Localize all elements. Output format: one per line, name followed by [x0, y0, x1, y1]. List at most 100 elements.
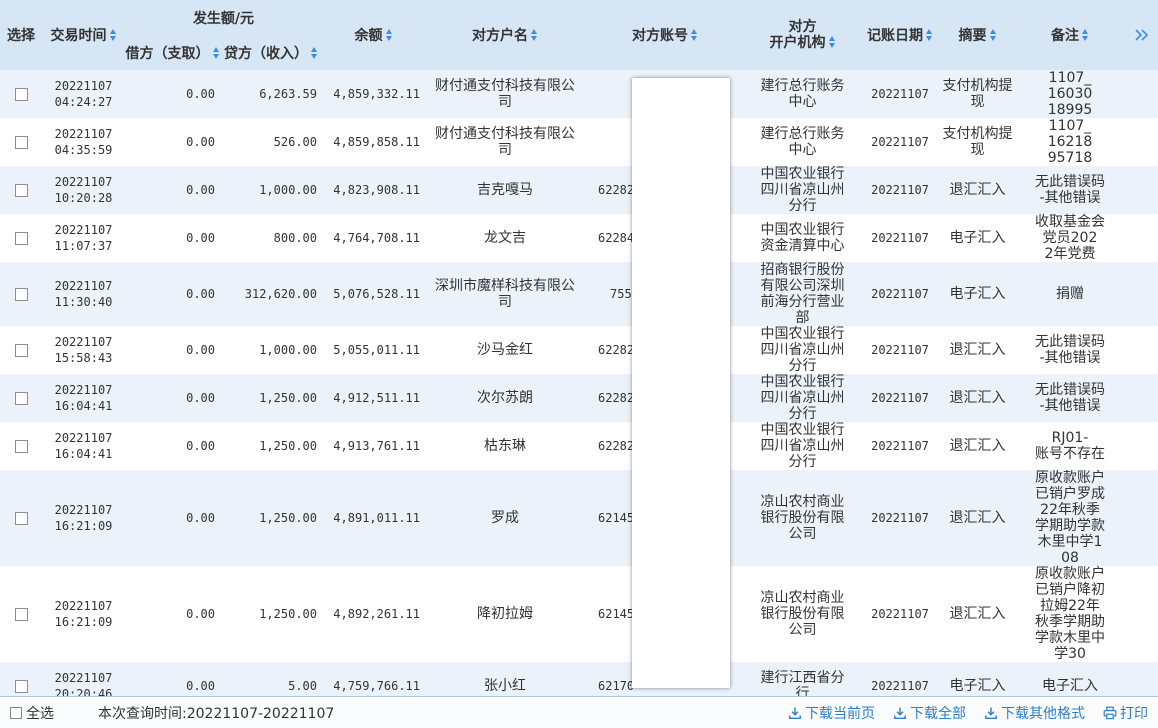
row-checkbox[interactable] — [14, 679, 28, 693]
download-other-format-link[interactable]: 下载其他格式 — [984, 703, 1085, 723]
row-select-cell[interactable] — [0, 422, 42, 470]
download-all-link[interactable]: 下载全部 — [893, 703, 966, 723]
summary-cell: 支付机构提现 — [940, 118, 1015, 166]
remark: 无此错误码 -其他错误 — [1035, 174, 1105, 206]
header-counterparty-bank[interactable]: 对方 开户机构 — [745, 0, 860, 70]
counterparty-bank-cell: 建行总行账务 中心 — [745, 70, 860, 118]
row-checkbox[interactable] — [14, 183, 28, 197]
balance-amount: 4,859,858.11 — [333, 135, 420, 149]
row-checkbox[interactable] — [14, 231, 28, 245]
table-row[interactable]: 20221107 16:21:09 0.00 1,250.00 4,892,261.11… — [0, 566, 1158, 662]
posting-date-cell: 20221107 — [860, 118, 940, 166]
row-checkbox[interactable] — [14, 287, 28, 301]
row-checkbox[interactable] — [14, 607, 28, 621]
row-select-cell[interactable] — [0, 214, 42, 262]
row-select-cell[interactable] — [0, 70, 42, 118]
header-debit-label: 借方（支取） — [125, 45, 210, 62]
table-row[interactable]: 20221107 16:04:41 0.00 1,250.00 4,913,761.11… — [0, 422, 1158, 470]
row-checkbox[interactable] — [14, 135, 28, 149]
row-checkbox[interactable] — [14, 511, 28, 525]
row-checkbox[interactable] — [14, 87, 28, 101]
credit-amount: 1,000.00 — [259, 183, 317, 197]
header-debit[interactable]: 借方（支取） — [125, 35, 220, 70]
table-row[interactable]: 20221107 04:24:27 0.00 6,263.59 4,859,332.11… — [0, 70, 1158, 118]
row-select-cell[interactable] — [0, 326, 42, 374]
row-select-cell[interactable] — [0, 166, 42, 214]
header-summary[interactable]: 摘要 — [940, 0, 1015, 70]
sort-arrows-icon[interactable] — [531, 29, 538, 41]
table-row[interactable]: 20221107 10:20:28 0.00 1,000.00 4,823,908.11… — [0, 166, 1158, 214]
text-line: 秋季学期助 — [1035, 614, 1105, 630]
row-spacer-cell — [1125, 662, 1158, 696]
remark: 电子汇入 — [1042, 678, 1098, 694]
credit-amount: 312,620.00 — [244, 287, 317, 301]
posting-date: 20221107 — [871, 231, 929, 245]
header-more-columns[interactable] — [1125, 0, 1158, 70]
header-credit[interactable]: 贷方（收入） — [220, 35, 322, 70]
header-remark[interactable]: 备注 — [1015, 0, 1125, 70]
text-line: 分行 — [788, 454, 817, 470]
row-checkbox[interactable] — [14, 343, 28, 357]
sort-arrows-icon[interactable] — [1082, 29, 1089, 41]
row-spacer-cell — [1125, 422, 1158, 470]
header-balance[interactable]: 余额 — [322, 0, 425, 70]
row-checkbox[interactable] — [14, 391, 28, 405]
debit-amount: 0.00 — [186, 183, 215, 197]
select-all-checkbox[interactable] — [10, 706, 22, 719]
row-select-cell[interactable] — [0, 470, 42, 566]
header-counterparty-bank-line1: 对方 — [788, 19, 817, 35]
sort-arrows-icon[interactable] — [926, 29, 933, 41]
sort-arrows-icon[interactable] — [989, 29, 997, 41]
row-select-cell[interactable] — [0, 262, 42, 326]
posting-date-cell: 20221107 — [860, 262, 940, 326]
text-line: 深圳市魔样科技有限公 — [435, 278, 575, 294]
sort-arrows-icon[interactable] — [385, 29, 393, 41]
text-line: 现 — [970, 94, 985, 110]
table-row[interactable]: 20221107 04:35:59 0.00 526.00 4,859,858.11 财付… — [0, 118, 1158, 166]
sort-arrows-icon[interactable] — [212, 46, 220, 59]
header-posting-date[interactable]: 记账日期 — [860, 0, 940, 70]
posting-date: 20221107 — [871, 87, 929, 101]
table-row[interactable]: 20221107 11:30:40 0.00 312,620.00 5,076,528.… — [0, 262, 1158, 326]
counterparty-bank: 凉山农村商业 银行股份有限 公司 — [761, 590, 845, 638]
transaction-clock-time: 20:20:46 — [54, 687, 113, 696]
download-current-page-link[interactable]: 下载当前页 — [788, 703, 875, 723]
transaction-time-cell: 20221107 11:07:37 — [42, 214, 125, 262]
header-transaction-time[interactable]: 交易时间 — [42, 0, 125, 70]
table-row[interactable]: 20221107 16:04:41 0.00 1,250.00 4,912,511.11… — [0, 374, 1158, 422]
sort-arrows-icon[interactable] — [691, 29, 698, 41]
print-link[interactable]: 打印 — [1103, 703, 1148, 723]
text-line: 凉山农村商业 — [760, 494, 845, 510]
sort-arrows-icon[interactable] — [828, 36, 836, 48]
counterparty-bank-cell: 中国农业银行 四川省凉山州 分行 — [745, 422, 860, 470]
transaction-clock-time: 16:21:09 — [54, 615, 113, 629]
remark-cell: 捐赠 — [1015, 262, 1125, 326]
header-counterparty-account[interactable]: 对方账号 — [585, 0, 745, 70]
credit-amount-cell: 526.00 — [220, 118, 322, 166]
transaction-date: 20221107 — [54, 335, 113, 349]
text-line: 18995 — [1047, 102, 1093, 118]
transaction-date: 20221107 — [54, 175, 113, 189]
credit-amount-cell: 800.00 — [220, 214, 322, 262]
header-counterparty-name[interactable]: 对方户名 — [425, 0, 585, 70]
row-select-cell[interactable] — [0, 566, 42, 662]
counterparty-account: 62145 — [598, 607, 635, 621]
table-row[interactable]: 20221107 15:58:43 0.00 1,000.00 5,055,011.11… — [0, 326, 1158, 374]
table-row[interactable]: 20221107 20:20:46 0.00 5.00 4,759,766.11 张小红 6… — [0, 662, 1158, 696]
row-select-cell[interactable] — [0, 118, 42, 166]
sort-arrows-icon[interactable] — [109, 29, 117, 41]
row-select-cell[interactable] — [0, 662, 42, 696]
summary: 退汇汇入 — [950, 606, 1006, 622]
posting-date-cell: 20221107 — [860, 422, 940, 470]
sort-arrows-icon[interactable] — [311, 46, 318, 59]
table-body-scroll[interactable]: 20221107 04:24:27 0.00 6,263.59 4,859,332.11… — [0, 70, 1158, 696]
text-line: 22年秋季 — [1040, 502, 1100, 518]
row-select-cell[interactable] — [0, 374, 42, 422]
table-row[interactable]: 20221107 11:07:37 0.00 800.00 4,764,708.11 龙文… — [0, 214, 1158, 262]
text-line: 已销户罗成 — [1035, 486, 1105, 502]
double-chevron-right-icon[interactable] — [1134, 29, 1150, 41]
select-all[interactable]: 全选 — [10, 703, 54, 723]
table-row[interactable]: 20221107 16:21:09 0.00 1,250.00 4,891,011.11… — [0, 470, 1158, 566]
text-line: 财付通支付科技有限公 — [435, 126, 575, 142]
row-checkbox[interactable] — [14, 439, 28, 453]
